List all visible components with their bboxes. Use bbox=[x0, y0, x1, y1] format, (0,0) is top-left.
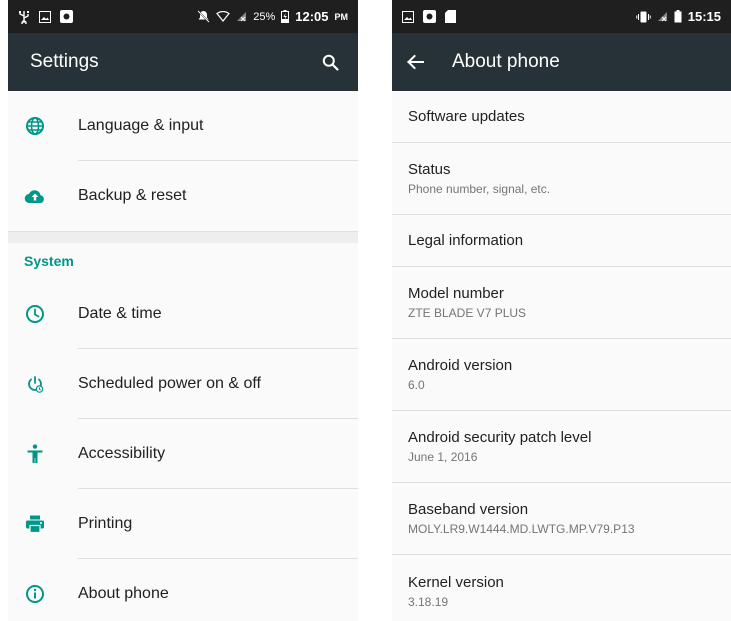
item-subtitle: ZTE BLADE V7 PLUS bbox=[408, 306, 527, 320]
section-header-system: System bbox=[24, 253, 74, 269]
status-bar: 15:15 bbox=[392, 0, 731, 33]
item-title: Baseband version bbox=[408, 501, 529, 518]
about-phone-screen: 15:15 About phone Software updates Statu… bbox=[392, 0, 731, 621]
app-notification-icon bbox=[423, 10, 436, 23]
item-title: Model number bbox=[408, 285, 504, 302]
item-title: Android version bbox=[408, 357, 513, 374]
settings-item-label: About phone bbox=[78, 585, 169, 602]
settings-screen: 25% 12:05 PM Settings Language & input B… bbox=[8, 0, 358, 621]
item-subtitle: 6.0 bbox=[408, 378, 425, 392]
cloud-upload-icon bbox=[24, 185, 46, 207]
status-ampm: PM bbox=[334, 11, 349, 22]
wifi-icon bbox=[216, 11, 231, 22]
status-time: 12:05 bbox=[295, 9, 329, 24]
settings-item-language[interactable]: Language & input bbox=[8, 91, 358, 161]
item-title: Kernel version bbox=[408, 573, 504, 591]
clock-icon bbox=[24, 303, 46, 325]
info-icon bbox=[24, 583, 46, 605]
about-item-legal-information[interactable]: Legal information bbox=[392, 215, 731, 267]
battery-icon bbox=[674, 10, 682, 23]
about-item-kernel-version[interactable]: Kernel version 3.18.19 bbox=[392, 555, 731, 621]
sd-card-icon bbox=[445, 10, 456, 23]
settings-item-printing[interactable]: Printing bbox=[8, 489, 358, 559]
gallery-icon bbox=[39, 10, 51, 23]
about-item-android-version[interactable]: Android version 6.0 bbox=[392, 339, 731, 411]
settings-item-label: Language & input bbox=[78, 117, 204, 134]
app-bar: About phone bbox=[392, 33, 731, 91]
globe-icon bbox=[24, 115, 46, 137]
gallery-icon bbox=[402, 10, 414, 23]
item-title: Status bbox=[408, 161, 451, 178]
battery-percentage: 25% bbox=[253, 10, 276, 23]
settings-item-label: Scheduled power on & off bbox=[78, 375, 261, 392]
notifications-off-icon bbox=[197, 10, 210, 23]
about-item-baseband-version[interactable]: Baseband version MOLY.LR9.W1444.MD.LWTG.… bbox=[392, 483, 731, 555]
item-subtitle: 3.18.19 bbox=[408, 594, 449, 609]
no-signal-icon bbox=[657, 11, 668, 22]
back-button[interactable] bbox=[406, 54, 424, 70]
settings-item-backup[interactable]: Backup & reset bbox=[8, 161, 358, 231]
settings-item-label: Date & time bbox=[78, 305, 162, 322]
settings-item-date-time[interactable]: Date & time bbox=[8, 279, 358, 349]
item-subtitle: Phone number, signal, etc. bbox=[408, 182, 551, 196]
about-item-status[interactable]: Status Phone number, signal, etc. bbox=[392, 143, 731, 215]
settings-item-about-phone[interactable]: About phone bbox=[8, 559, 358, 621]
item-title: Legal information bbox=[408, 232, 524, 249]
about-item-software-updates[interactable]: Software updates bbox=[392, 91, 731, 143]
usb-icon bbox=[18, 10, 30, 24]
page-title: Settings bbox=[30, 51, 99, 72]
item-subtitle: MOLY.LR9.W1444.MD.LWTG.MP.V79.P13 bbox=[408, 522, 635, 536]
vibrate-icon bbox=[636, 11, 651, 23]
scheduled-power-icon bbox=[24, 373, 46, 395]
printer-icon bbox=[24, 513, 46, 535]
status-bar: 25% 12:05 PM bbox=[8, 0, 358, 33]
item-title: Software updates bbox=[408, 108, 525, 125]
settings-item-label: Backup & reset bbox=[78, 187, 187, 204]
status-time: 15:15 bbox=[687, 9, 721, 24]
no-signal-icon bbox=[236, 11, 247, 22]
item-subtitle: June 1, 2016 bbox=[408, 450, 478, 464]
page-title: About phone bbox=[452, 51, 560, 72]
about-item-security-patch[interactable]: Android security patch level June 1, 201… bbox=[392, 411, 731, 483]
accessibility-icon bbox=[24, 443, 46, 465]
search-icon bbox=[322, 54, 339, 71]
back-arrow-icon bbox=[407, 54, 424, 70]
settings-item-label: Printing bbox=[78, 515, 133, 532]
search-button[interactable] bbox=[316, 48, 344, 76]
section-divider bbox=[8, 231, 358, 243]
settings-item-scheduled-power[interactable]: Scheduled power on & off bbox=[8, 349, 358, 419]
app-notification-icon bbox=[60, 10, 73, 23]
settings-item-label: Accessibility bbox=[78, 445, 166, 462]
about-item-model-number[interactable]: Model number ZTE BLADE V7 PLUS bbox=[392, 267, 731, 339]
item-title: Android security patch level bbox=[408, 429, 592, 446]
app-bar: Settings bbox=[8, 33, 358, 91]
settings-item-accessibility[interactable]: Accessibility bbox=[8, 419, 358, 489]
battery-charging-icon bbox=[281, 10, 290, 23]
